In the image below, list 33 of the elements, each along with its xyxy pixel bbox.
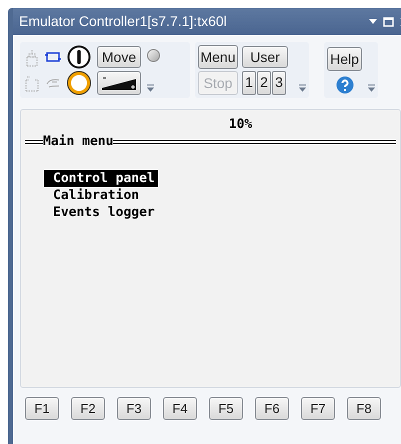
status-indicator	[147, 49, 160, 62]
progress-text: 10%	[228, 117, 252, 133]
help-button[interactable]: Help	[327, 46, 362, 70]
function-key[interactable]: F5	[209, 397, 243, 420]
menu-heading: Main menu	[43, 134, 114, 150]
menu-item[interactable]: Control panel	[44, 170, 158, 187]
function-key[interactable]: F2	[71, 397, 105, 420]
window-title: Emulator Controller1[s7.7.1]:tx60l	[19, 12, 227, 31]
menu-item[interactable]: Calibration	[44, 187, 142, 204]
speed-button[interactable]	[97, 70, 141, 94]
overflow-icon[interactable]	[147, 84, 154, 92]
function-key[interactable]: F8	[347, 397, 381, 420]
move-button[interactable]: Move	[97, 46, 141, 68]
number-button[interactable]: 2	[257, 70, 271, 94]
function-key[interactable]: F7	[301, 397, 335, 420]
function-key[interactable]: F3	[117, 397, 151, 420]
overflow-icon[interactable]	[299, 84, 306, 92]
function-key[interactable]: F1	[25, 397, 59, 420]
help-icon[interactable]	[336, 76, 354, 94]
number-button[interactable]: 3	[272, 70, 286, 94]
power-icon[interactable]	[67, 45, 91, 69]
ramp-icon	[101, 74, 137, 90]
user-button[interactable]: User	[242, 46, 288, 68]
menu-button[interactable]: Menu	[198, 45, 238, 69]
loop-icon[interactable]	[45, 51, 61, 63]
caret-icon[interactable]	[369, 19, 377, 24]
number-button[interactable]: 1	[242, 70, 256, 94]
menu-item[interactable]: Events logger	[44, 204, 158, 221]
function-key[interactable]: F4	[163, 397, 197, 420]
function-key[interactable]: F6	[255, 397, 289, 420]
maximize-icon[interactable]	[383, 16, 394, 26]
overflow-icon[interactable]	[368, 84, 375, 92]
ring-icon[interactable]	[67, 71, 91, 95]
